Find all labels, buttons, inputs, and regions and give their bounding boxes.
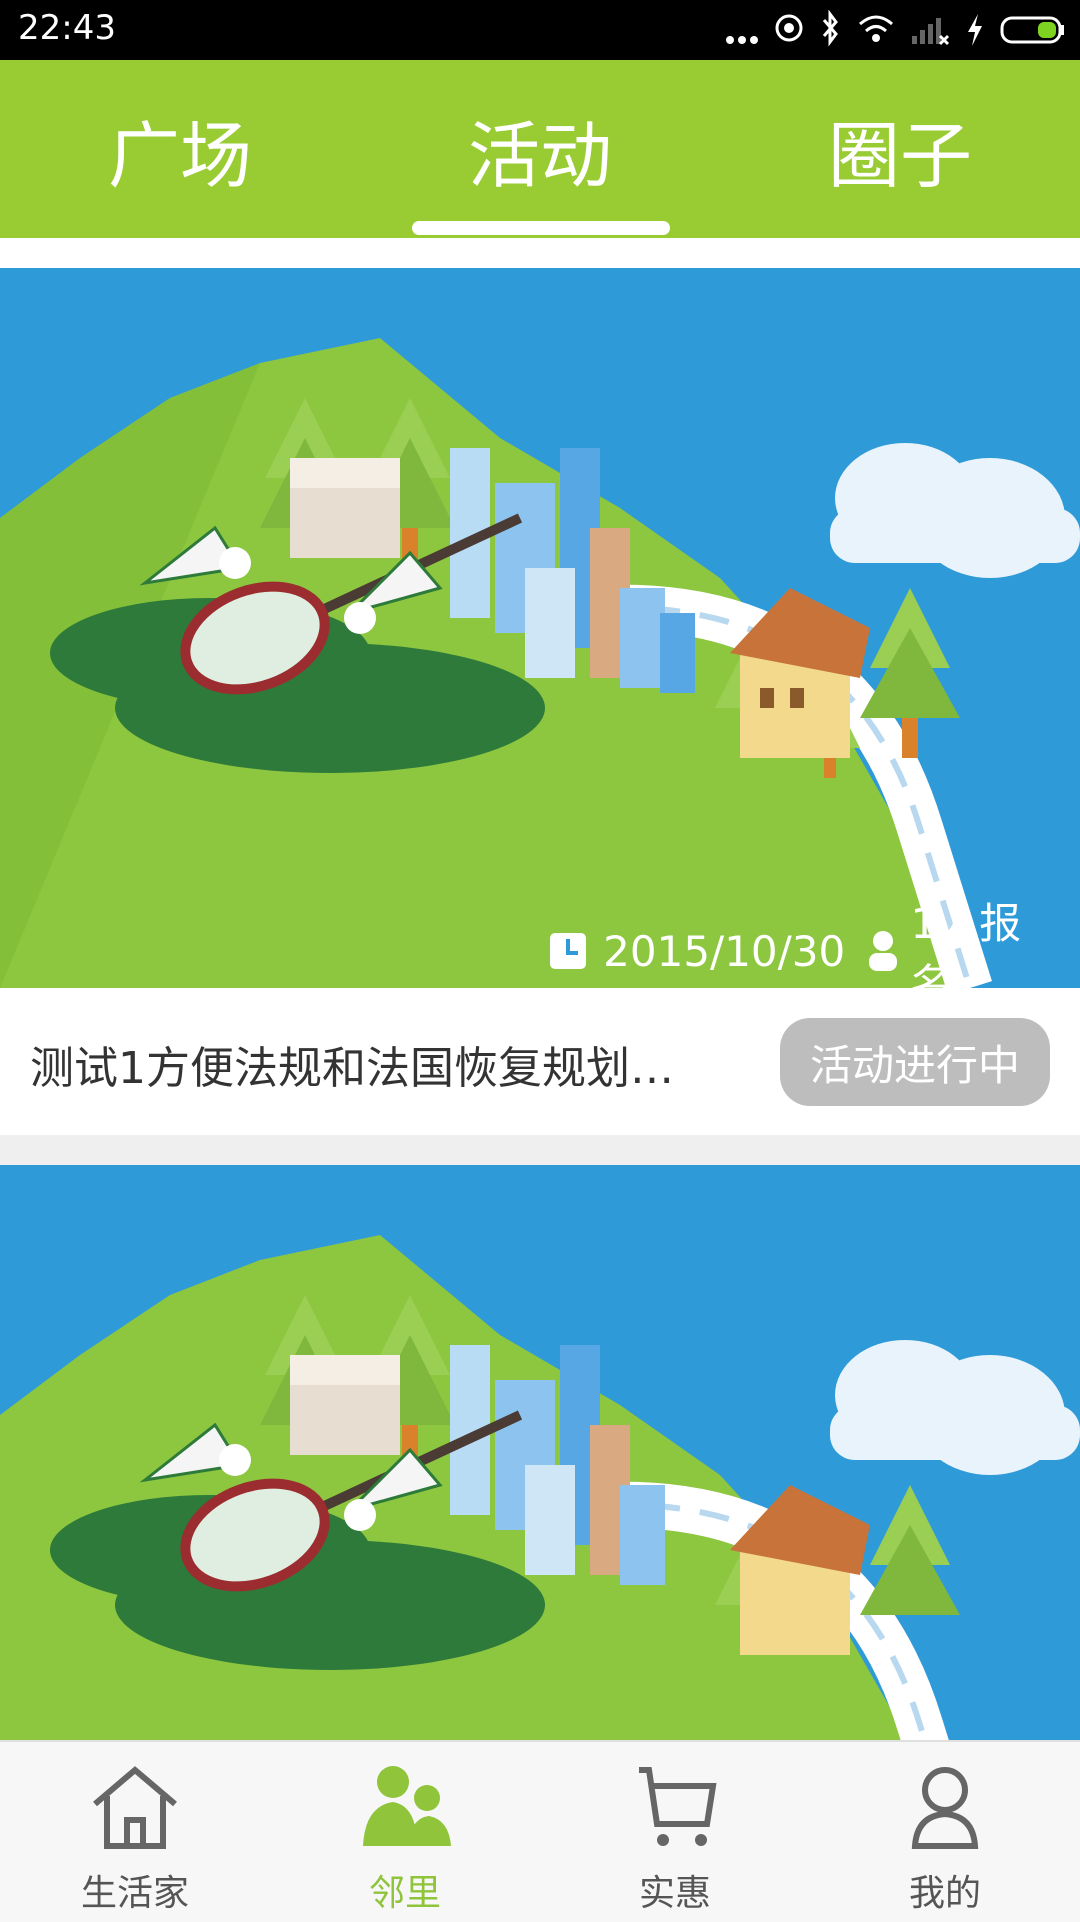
activity-info-row[interactable]: 测试1方便法规和法国恢复规划… 活动进行中 (0, 988, 1080, 1135)
charging-icon (968, 14, 982, 46)
activity-status-badge: 活动进行中 (780, 1018, 1050, 1106)
tab-circles[interactable]: 圈子 (720, 60, 1080, 238)
neighbors-icon (363, 1766, 451, 1846)
nav-item-neighbors[interactable]: 邻里 (270, 1742, 540, 1922)
nav-item-deals[interactable]: 实惠 (540, 1742, 810, 1922)
status-bar: 22:43 (0, 0, 1080, 60)
status-icons (724, 10, 1066, 50)
wifi-icon (859, 15, 893, 42)
activity-date: 2015/10/30 (603, 926, 846, 976)
more-icon (726, 36, 758, 44)
nav-item-mine[interactable]: 我的 (810, 1742, 1080, 1922)
activity-signups: 1人报名 (910, 899, 1022, 988)
hotspot-icon (775, 14, 803, 42)
active-tab-indicator (412, 221, 670, 235)
status-time: 22:43 (18, 8, 116, 48)
nav-item-home[interactable]: 生活家 (0, 1742, 270, 1922)
list-top-spacer (0, 238, 1080, 268)
nav-label-home: 生活家 (80, 1873, 189, 1914)
cart-icon (639, 1767, 717, 1846)
cloud-icon (830, 443, 1080, 578)
tab-activities[interactable]: 活动 (360, 60, 720, 238)
nav-label-deals: 实惠 (638, 1873, 711, 1914)
nav-label-neighbors: 邻里 (368, 1873, 441, 1914)
person-icon (869, 931, 898, 971)
activity-title: 测试1方便法规和法国恢复规划… (30, 1043, 674, 1094)
activity-meta: 2015/10/30 1人报名 (548, 890, 1080, 988)
person-icon (911, 1767, 979, 1849)
signal-icon (912, 18, 950, 46)
battery-icon (1000, 16, 1064, 44)
top-tab-bar: 广场 活动 圈子 (0, 60, 1080, 238)
activity-banner[interactable]: 2015/10/30 1人报名 (0, 268, 1080, 988)
nav-label-mine: 我的 (908, 1873, 981, 1914)
activity-illustration (0, 338, 1080, 988)
home-icon (93, 1766, 177, 1849)
cloud-icon (830, 1340, 1080, 1475)
bottom-navigation: 生活家 邻里 实惠 我的 (0, 1740, 1080, 1922)
bluetooth-icon (822, 10, 838, 47)
tab-plaza[interactable]: 广场 (0, 60, 360, 238)
clock-icon (550, 933, 586, 969)
